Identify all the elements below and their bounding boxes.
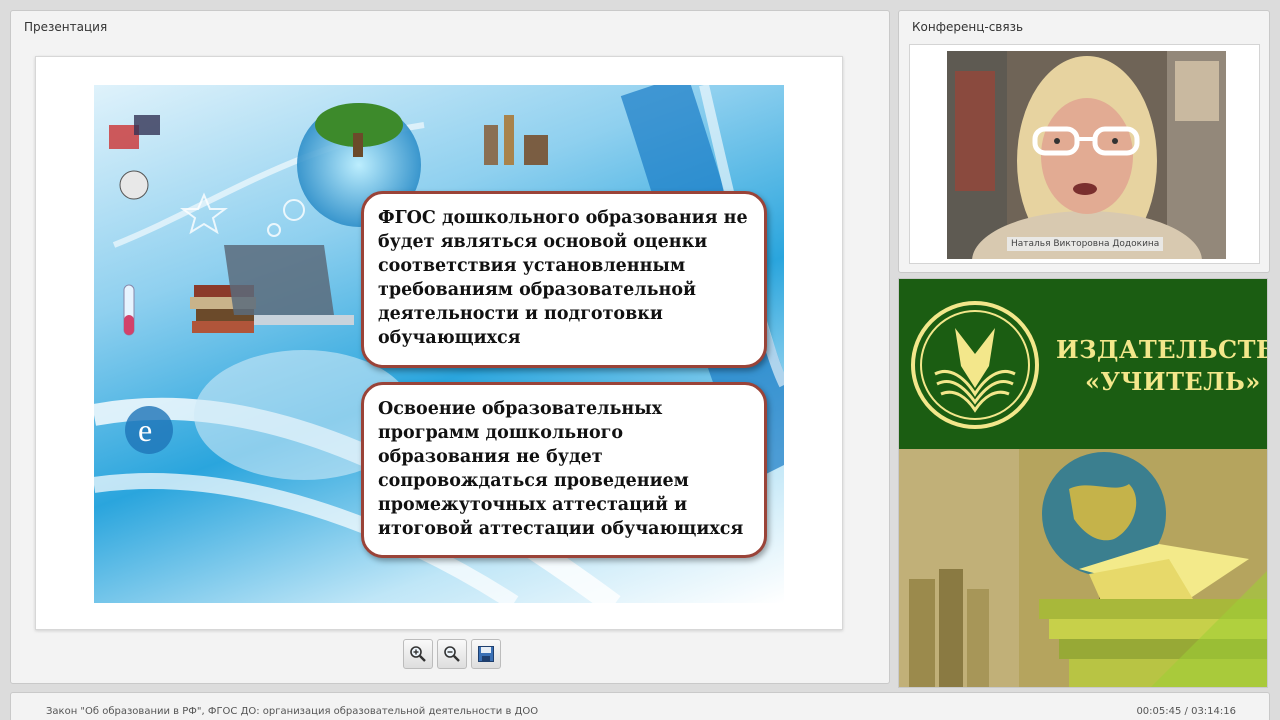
publisher-banner: ИЗДАТЕЛЬСТВО «УЧИТЕЛЬ» <box>899 279 1267 449</box>
publisher-ad-image <box>899 449 1267 687</box>
status-bar: Закон "Об образовании в РФ", ФГОС ДО: ор… <box>10 692 1270 720</box>
video-frame: Наталья Викторовна Додокина <box>909 44 1260 264</box>
conference-panel: Конференц-связь Наталья Викторовна Додок… <box>898 10 1270 273</box>
presentation-panel: Презентация e ФГОС дошкольного образован… <box>10 10 890 684</box>
books-globe-illustration <box>899 449 1267 687</box>
save-button[interactable] <box>471 639 501 669</box>
slide-callout-program-attestation: Освоение образовательных программ дошкол… <box>361 382 767 558</box>
publisher-ad[interactable]: ИЗДАТЕЛЬСТВО «УЧИТЕЛЬ» <box>898 278 1268 688</box>
publisher-logo <box>911 301 1039 429</box>
zoom-in-button[interactable] <box>403 639 433 669</box>
save-icon <box>478 646 494 662</box>
conference-panel-title: Конференц-связь <box>912 20 1024 34</box>
zoom-out-button[interactable] <box>437 639 467 669</box>
zoom-out-icon <box>444 646 460 662</box>
publisher-name-line-1: ИЗДАТЕЛЬСТВО <box>1056 335 1267 364</box>
slide: e ФГОС дошкольного образования не будет … <box>94 85 784 603</box>
speaker-image <box>947 51 1226 259</box>
playback-time: 00:05:45 / 03:14:16 <box>1136 706 1236 717</box>
lecture-title: Закон "Об образовании в РФ", ФГОС ДО: ор… <box>46 706 539 717</box>
slide-frame: e ФГОС дошкольного образования не будет … <box>35 56 843 630</box>
speaker-name-caption: Наталья Викторовна Додокина <box>1007 237 1164 251</box>
publisher-name-line-2: «УЧИТЕЛЬ» <box>1085 367 1261 396</box>
zoom-in-icon <box>410 646 426 662</box>
presentation-panel-title: Презентация <box>24 20 108 34</box>
slide-toolbar <box>403 639 501 669</box>
speaker-video[interactable]: Наталья Викторовна Додокина <box>947 51 1226 259</box>
svg-text:e: e <box>138 412 152 448</box>
slide-callout-fgos-assessment: ФГОС дошкольного образования не будет яв… <box>361 191 767 368</box>
